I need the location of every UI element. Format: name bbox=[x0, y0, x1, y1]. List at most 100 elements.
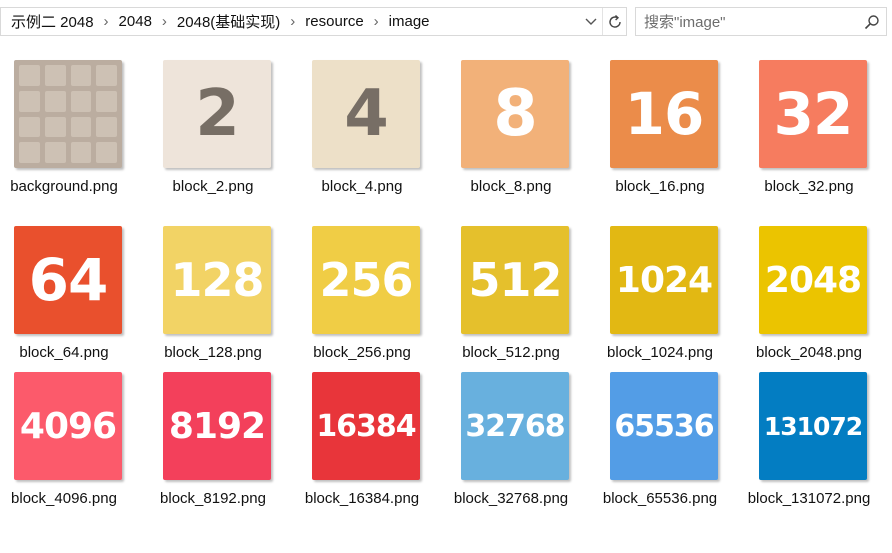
search-icon[interactable] bbox=[858, 14, 886, 30]
file-item[interactable]: 4096 block_4096.png bbox=[0, 364, 139, 524]
chevron-down-icon bbox=[585, 18, 597, 25]
file-item[interactable]: 65536 block_65536.png bbox=[585, 364, 735, 524]
tile-number: 1024 bbox=[615, 259, 713, 301]
file-thumbnail: 8 bbox=[461, 60, 569, 168]
file-item[interactable]: 1024 block_1024.png bbox=[585, 218, 735, 378]
file-name: block_131072.png bbox=[747, 490, 871, 507]
board-cell bbox=[44, 142, 66, 163]
tile-number: 32 bbox=[773, 80, 854, 148]
file-thumbnail bbox=[14, 60, 122, 168]
address-bar[interactable]: 示例二 2048 › 2048 › 2048(基础实现) › resource … bbox=[0, 7, 627, 36]
history-dropdown-button[interactable] bbox=[580, 8, 602, 35]
file-item[interactable]: 64 block_64.png bbox=[0, 218, 139, 378]
file-name: block_1024.png bbox=[607, 344, 713, 361]
board-cell bbox=[19, 116, 40, 138]
file-thumbnail: 131072 bbox=[759, 372, 867, 480]
board-cell bbox=[70, 90, 92, 112]
file-thumbnail: 256 bbox=[312, 226, 420, 334]
file-item[interactable]: 128 block_128.png bbox=[138, 218, 288, 378]
file-item[interactable]: 16 block_16.png bbox=[585, 52, 735, 212]
file-thumbnail: 1024 bbox=[610, 226, 718, 334]
board-cell bbox=[96, 90, 117, 112]
file-item[interactable]: 2048 block_2048.png bbox=[734, 218, 884, 378]
file-thumbnail: 64 bbox=[14, 226, 122, 334]
file-item[interactable]: 2 block_2.png bbox=[138, 52, 288, 212]
search-input[interactable]: 搜索"image" bbox=[644, 11, 858, 32]
file-item[interactable]: 32 block_32.png bbox=[734, 52, 884, 212]
tile-number: 65536 bbox=[614, 408, 714, 444]
tile-number: 8 bbox=[493, 77, 538, 151]
board-grid-image bbox=[14, 60, 122, 168]
tile-number: 2048 bbox=[764, 259, 862, 301]
chevron-right-icon[interactable]: › bbox=[290, 13, 295, 30]
tile-number: 16384 bbox=[316, 408, 416, 444]
board-cell bbox=[96, 65, 117, 86]
file-item[interactable]: background.png bbox=[0, 52, 139, 212]
file-item[interactable]: 8192 block_8192.png bbox=[138, 364, 288, 524]
file-item[interactable]: 256 block_256.png bbox=[287, 218, 437, 378]
file-item[interactable]: 32768 block_32768.png bbox=[436, 364, 586, 524]
breadcrumb-item[interactable]: resource bbox=[305, 13, 363, 30]
file-thumbnail: 32 bbox=[759, 60, 867, 168]
tile-number: 512 bbox=[468, 253, 562, 307]
tile-number: 128 bbox=[170, 253, 264, 307]
file-thumbnail: 32768 bbox=[461, 372, 569, 480]
file-name: block_65536.png bbox=[602, 490, 718, 507]
board-cell bbox=[44, 90, 66, 112]
file-item[interactable]: 4 block_4.png bbox=[287, 52, 437, 212]
breadcrumb-item[interactable]: image bbox=[389, 13, 430, 30]
refresh-button[interactable] bbox=[602, 8, 626, 35]
board-cell bbox=[19, 90, 40, 112]
board-cell bbox=[19, 142, 40, 163]
file-thumbnail: 16 bbox=[610, 60, 718, 168]
file-name: block_256.png bbox=[313, 344, 411, 361]
file-thumbnail: 65536 bbox=[610, 372, 718, 480]
tile-number: 4096 bbox=[19, 405, 117, 447]
board-cell bbox=[44, 116, 66, 138]
file-name: block_512.png bbox=[462, 344, 560, 361]
file-item[interactable]: 512 block_512.png bbox=[436, 218, 586, 378]
search-box[interactable]: 搜索"image" bbox=[635, 7, 887, 36]
file-thumbnail: 16384 bbox=[312, 372, 420, 480]
file-name: block_16384.png bbox=[304, 490, 420, 507]
file-item[interactable]: 16384 block_16384.png bbox=[287, 364, 437, 524]
file-name: block_2048.png bbox=[756, 344, 862, 361]
file-thumbnail: 2048 bbox=[759, 226, 867, 334]
file-name: background.png bbox=[10, 178, 118, 195]
breadcrumb-item[interactable]: 示例二 2048 bbox=[11, 11, 94, 32]
board-cell bbox=[70, 142, 92, 163]
file-thumbnail: 128 bbox=[163, 226, 271, 334]
board-cell bbox=[19, 65, 40, 86]
board-cell bbox=[44, 65, 66, 86]
board-cell bbox=[70, 65, 92, 86]
file-name: block_4.png bbox=[321, 178, 403, 195]
toolbar: 示例二 2048 › 2048 › 2048(基础实现) › resource … bbox=[0, 0, 892, 44]
file-name: block_2.png bbox=[172, 178, 254, 195]
chevron-right-icon[interactable]: › bbox=[162, 13, 167, 30]
tile-number: 16 bbox=[624, 80, 705, 148]
file-item[interactable]: 131072 block_131072.png bbox=[734, 364, 884, 524]
file-name: block_8192.png bbox=[160, 490, 266, 507]
file-name: block_32768.png bbox=[453, 490, 569, 507]
tile-number: 256 bbox=[319, 253, 413, 307]
breadcrumb: 示例二 2048 › 2048 › 2048(基础实现) › resource … bbox=[1, 8, 580, 35]
tile-number: 32768 bbox=[465, 408, 565, 444]
file-name: block_8.png bbox=[470, 178, 552, 195]
file-name: block_16.png bbox=[615, 178, 705, 195]
file-name: block_128.png bbox=[164, 344, 262, 361]
file-thumbnail: 512 bbox=[461, 226, 569, 334]
chevron-right-icon[interactable]: › bbox=[104, 13, 109, 30]
tile-number: 131072 bbox=[763, 411, 863, 441]
board-cell bbox=[96, 142, 117, 163]
breadcrumb-item[interactable]: 2048(基础实现) bbox=[177, 11, 280, 32]
board-cell bbox=[70, 116, 92, 138]
file-name: block_64.png bbox=[19, 344, 109, 361]
file-name: block_32.png bbox=[764, 178, 854, 195]
file-thumbnail: 2 bbox=[163, 60, 271, 168]
breadcrumb-item[interactable]: 2048 bbox=[119, 13, 152, 30]
tile-number: 64 bbox=[28, 246, 109, 314]
file-item[interactable]: 8 block_8.png bbox=[436, 52, 586, 212]
file-thumbnail: 4096 bbox=[14, 372, 122, 480]
chevron-right-icon[interactable]: › bbox=[374, 13, 379, 30]
tile-number: 8192 bbox=[168, 405, 266, 447]
